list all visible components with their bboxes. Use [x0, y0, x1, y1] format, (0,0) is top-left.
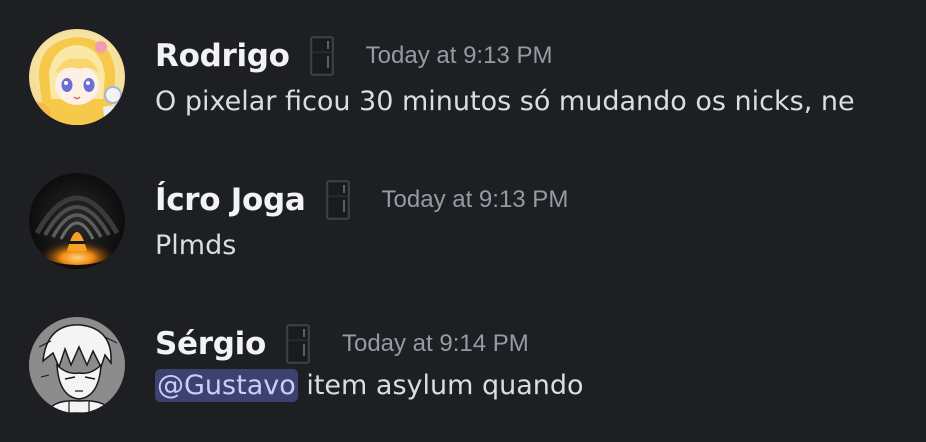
dark-orb-avatar-image	[29, 173, 125, 269]
message-text: Plmds	[155, 230, 237, 261]
message-text: item asylum quando	[297, 370, 584, 401]
username[interactable]: Sérgio	[155, 326, 266, 362]
timestamp[interactable]: Today at 9:14 PM	[342, 330, 529, 358]
message-header: Rodrigo Today at 9:13 PM	[155, 34, 552, 78]
timestamp[interactable]: Today at 9:13 PM	[382, 186, 569, 214]
username[interactable]: Rodrigo	[155, 38, 290, 74]
message-content: @Gustavo item asylum quando	[155, 369, 584, 402]
message-header: Ícro Joga Today at 9:13 PM	[155, 178, 568, 222]
message-content: Plmds	[155, 230, 236, 261]
fridge-badge-icon[interactable]	[286, 324, 310, 364]
avatar[interactable]	[29, 173, 125, 269]
username[interactable]: Ícro Joga	[155, 182, 306, 218]
fridge-badge-icon[interactable]	[325, 180, 350, 220]
sketch-character-avatar-image	[29, 317, 125, 413]
anime-girl-avatar-image	[29, 29, 125, 125]
message-header: Sérgio Today at 9:14 PM	[155, 322, 529, 366]
message-text: O pixelar ficou 30 minutos só mudando os…	[155, 86, 855, 117]
avatar[interactable]	[29, 29, 125, 125]
user-mention[interactable]: @Gustavo	[155, 369, 298, 402]
timestamp[interactable]: Today at 9:13 PM	[366, 42, 553, 70]
message-item: Ícro Joga Today at 9:13 PM Plmds	[0, 144, 926, 269]
message-content: O pixelar ficou 30 minutos só mudando os…	[155, 86, 855, 117]
message-item: Sérgio Today at 9:14 PM @Gustavo item as…	[0, 288, 926, 413]
avatar[interactable]	[29, 317, 125, 413]
fridge-badge-icon[interactable]	[310, 36, 334, 76]
chat-message-list: Rodrigo Today at 9:13 PM O pixelar ficou…	[0, 0, 926, 442]
message-item: Rodrigo Today at 9:13 PM O pixelar ficou…	[0, 0, 926, 125]
